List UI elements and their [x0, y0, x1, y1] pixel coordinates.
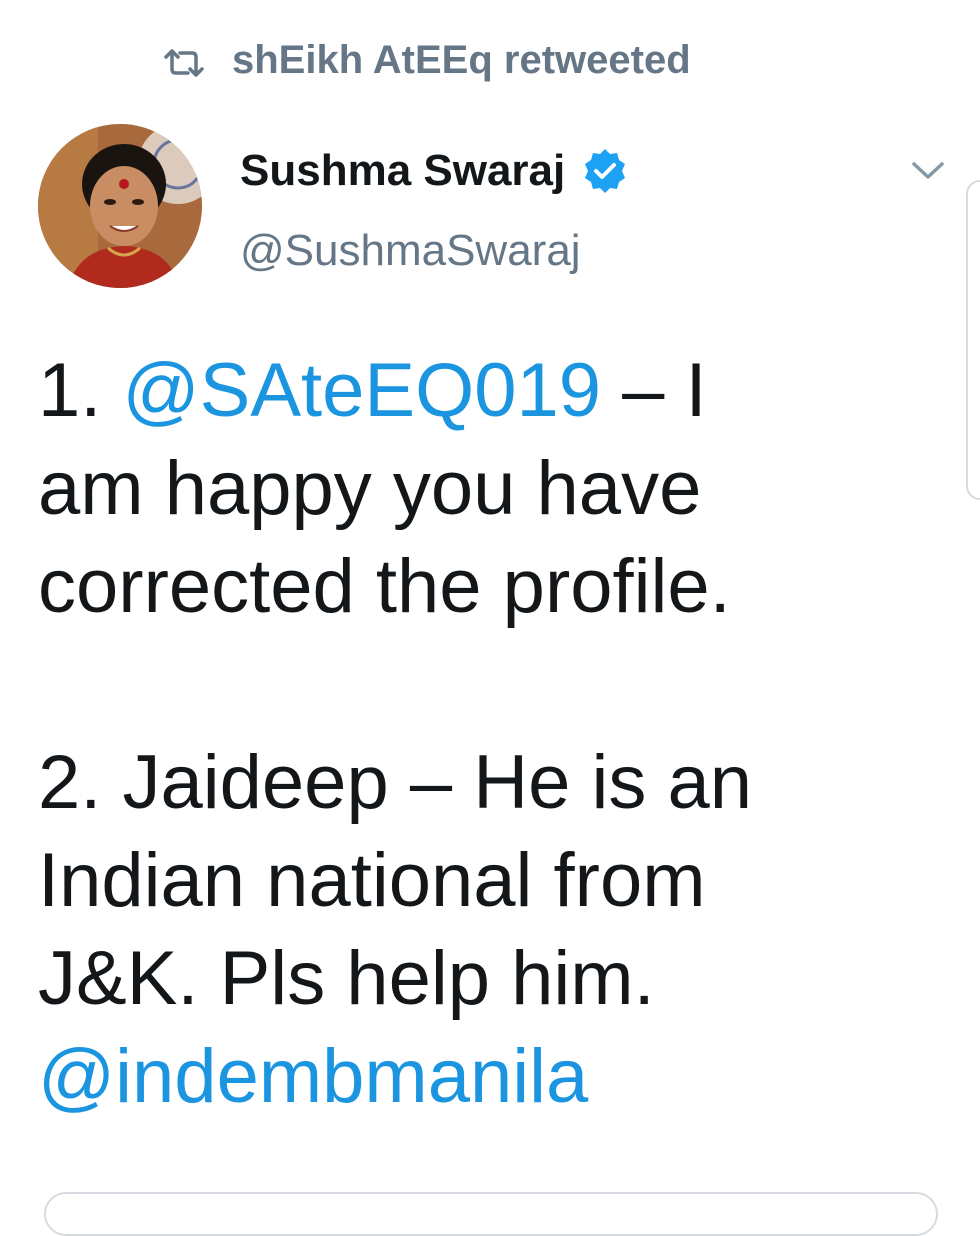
tweet-text-segment: 1.: [38, 348, 123, 433]
author-display-name[interactable]: Sushma Swaraj: [240, 146, 565, 196]
tweet-line: corrected the profile.: [38, 544, 731, 629]
quoted-card-edge[interactable]: [44, 1192, 938, 1236]
tweet-line: am happy you have: [38, 446, 702, 531]
tweet-line: 2. Jaideep – He is an: [38, 740, 753, 825]
scrollbar-thumb[interactable]: [966, 180, 980, 500]
paragraph-break: [38, 636, 938, 734]
retweet-icon: [162, 44, 206, 77]
retweet-context[interactable]: shEikh AtEEq retweeted: [162, 34, 691, 86]
retweet-text: shEikh AtEEq retweeted: [232, 37, 691, 82]
author-handle[interactable]: @SushmaSwaraj: [240, 226, 581, 276]
mention-link[interactable]: @indembmanila: [38, 1028, 938, 1126]
author-name[interactable]: Sushma Swaraj: [240, 146, 629, 196]
mention-link[interactable]: @SAteEQ019: [123, 348, 602, 433]
tweet-line: J&K. Pls help him.: [38, 936, 655, 1021]
tweet-text-segment: – I: [601, 348, 707, 433]
verified-badge-icon: [581, 147, 629, 195]
chevron-down-icon[interactable]: [908, 156, 948, 184]
profile-avatar[interactable]: [38, 124, 202, 288]
tweet-line: Indian national from: [38, 838, 706, 923]
tweet-body: 1. @SAteEQ019 – I am happy you have corr…: [38, 342, 938, 1126]
tweet-line: 1. @SAteEQ019 – I: [38, 342, 938, 440]
